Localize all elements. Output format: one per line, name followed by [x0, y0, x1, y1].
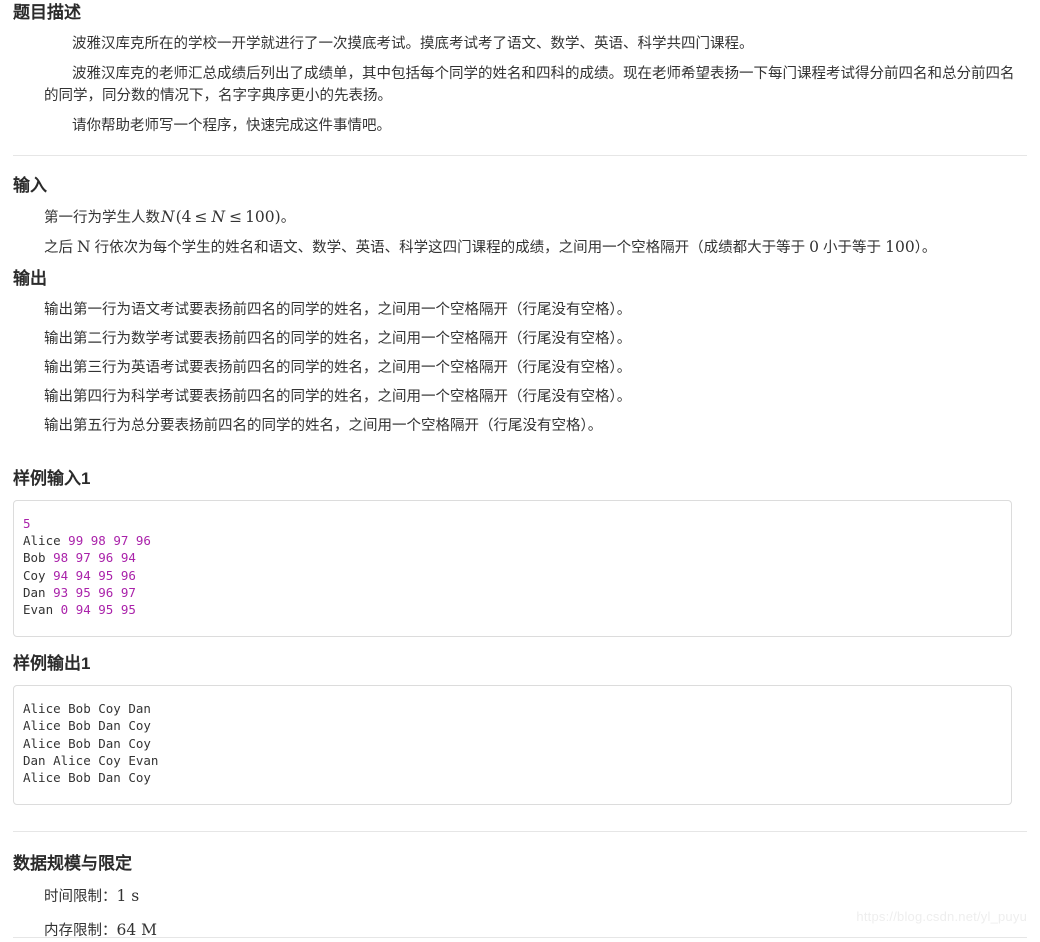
section-title-output: 输出 [13, 269, 47, 288]
bottom-divider [13, 937, 1027, 939]
output-line-3: 输出第三行为英语考试要表扬前四名的同学的姓名，之间用一个空格隔开（行尾没有空格）… [44, 360, 632, 376]
sample-output-line-2: Alice Bob Dan Coy [23, 718, 151, 734]
section-title-sample-output: 样例输出1 [13, 654, 91, 674]
math-le-2: ≤ [229, 208, 243, 226]
sample-output-line-4: Dan Alice Coy Evan [23, 752, 159, 768]
output-line-5: 输出第五行为总分要表扬前四名的同学的姓名，之间用一个空格隔开（行尾没有空格）。 [44, 418, 603, 434]
input-line-2-middle: 行依次为每个学生的姓名和语文、数学、英语、科学这四门课程的成绩，之间用一个空格隔… [90, 240, 810, 256]
sample-input-row-name-5: Evan [23, 602, 54, 618]
input-line-1-suffix: 。 [280, 210, 296, 226]
sample-input-row-scores-1: 99 98 97 96 [68, 533, 151, 549]
section-limits: 数据规模与限定 时间限制：1 s 内存限制：64 M [13, 831, 1027, 942]
description-paragraph-1: 波雅汉库克所在的学校一开学就进行了一次摸底考试。摸底考试考了语文、数学、英语、科… [72, 36, 754, 52]
input-score-max: 100 [885, 238, 915, 256]
math-var-n: N [161, 208, 175, 226]
description-paragraph-3: 请你帮助老师写一个程序，快速完成这件事情吧。 [72, 118, 391, 134]
input-line-2-middle-2: 小于等于 [819, 240, 886, 256]
sample-input-row-name-3: Coy [23, 567, 46, 583]
sample-output-code: Alice Bob Coy Dan Alice Bob Dan Coy Alic… [23, 700, 999, 786]
output-line-1: 输出第一行为语文考试要表扬前四名的同学的姓名，之间用一个空格隔开（行尾没有空格）… [44, 302, 632, 318]
time-limit-label: 时间限制： [44, 889, 117, 906]
problem-page: 题目描述 波雅汉库克所在的学校一开学就进行了一次摸底考试。摸底考试考了语文、数学… [0, 0, 1040, 942]
sample-input-row-scores-5: 0 94 95 95 [60, 602, 136, 618]
sample-input-row-name-2: Bob [23, 550, 46, 566]
time-limit-row: 时间限制：1 s [13, 885, 1027, 908]
watermark: https://blog.csdn.net/yl_puyu [856, 909, 1027, 925]
output-line-2: 输出第二行为数学考试要表扬前四名的同学的姓名，之间用一个空格隔开（行尾没有空格）… [44, 331, 632, 347]
sample-output-line-3: Alice Bob Dan Coy [23, 735, 151, 751]
sample-input-row-scores-2: 98 97 96 94 [53, 550, 136, 566]
math-le-1: ≤ [194, 208, 208, 226]
time-limit-value: 1 s [116, 887, 140, 906]
sample-input-code: 5 Alice 99 98 97 96 Bob 98 97 96 94 Coy … [23, 515, 999, 618]
sample-input-row-name-4: Dan [23, 584, 46, 600]
input-line-2: 之后 N 行依次为每个学生的姓名和语文、数学、英语、科学这四门课程的成绩，之间用… [13, 236, 1027, 259]
sample-input-row-scores-4: 93 95 96 97 [53, 584, 136, 600]
section-title-limits: 数据规模与限定 [13, 854, 132, 874]
section-sample-input: 样例输入1 5 Alice 99 98 97 96 Bob 98 97 96 9… [13, 468, 1027, 638]
sample-input-row-name-1: Alice [23, 533, 61, 549]
section-output: 输出 输出第一行为语文考试要表扬前四名的同学的姓名，之间用一个空格隔开（行尾没有… [13, 268, 1027, 437]
math-var-n-mid: N [211, 208, 226, 226]
description-paragraph-2: 波雅汉库克的老师汇总成绩后列出了成绩单，其中包括每个同学的姓名和四科的成绩。现在… [44, 66, 1015, 104]
input-constraint-math: N(4 ≤ N ≤100) [160, 208, 281, 226]
section-input: 输入 第一行为学生人数N(4 ≤ N ≤100)。 之后 N 行依次为每个学生的姓名和… [13, 155, 1027, 259]
sample-input-code-block: 5 Alice 99 98 97 96 Bob 98 97 96 94 Coy … [13, 500, 1012, 638]
section-title-input: 输入 [13, 176, 47, 195]
sample-output-line-5: Alice Bob Dan Coy [23, 770, 151, 786]
section-title-description: 题目描述 [13, 3, 81, 22]
input-score-min: 0 [809, 238, 820, 256]
input-line-1-prefix: 第一行为学生人数 [44, 210, 160, 226]
math-lower-bound: 4 [181, 208, 192, 226]
input-line-1: 第一行为学生人数N(4 ≤ N ≤100)。 [13, 206, 1027, 229]
sample-output-code-block: Alice Bob Coy Dan Alice Bob Dan Coy Alic… [13, 685, 1012, 806]
math-upper-bound: 100 [245, 208, 275, 226]
section-description: 题目描述 波雅汉库克所在的学校一开学就进行了一次摸底考试。摸底考试考了语文、数学… [13, 0, 1027, 137]
input-line-2-var-n: N [77, 238, 91, 256]
sample-input-count: 5 [23, 516, 31, 531]
input-line-2-suffix: ）。 [914, 240, 937, 256]
output-line-4: 输出第四行为科学考试要表扬前四名的同学的姓名，之间用一个空格隔开（行尾没有空格）… [44, 389, 632, 405]
input-line-2-prefix: 之后 [44, 240, 78, 256]
sample-output-line-1: Alice Bob Coy Dan [23, 701, 151, 717]
sample-input-row-scores-3: 94 94 95 96 [53, 567, 136, 583]
section-sample-output: 样例输出1 Alice Bob Coy Dan Alice Bob Dan Co… [13, 653, 1027, 806]
section-title-sample-input: 样例输入1 [13, 469, 91, 488]
